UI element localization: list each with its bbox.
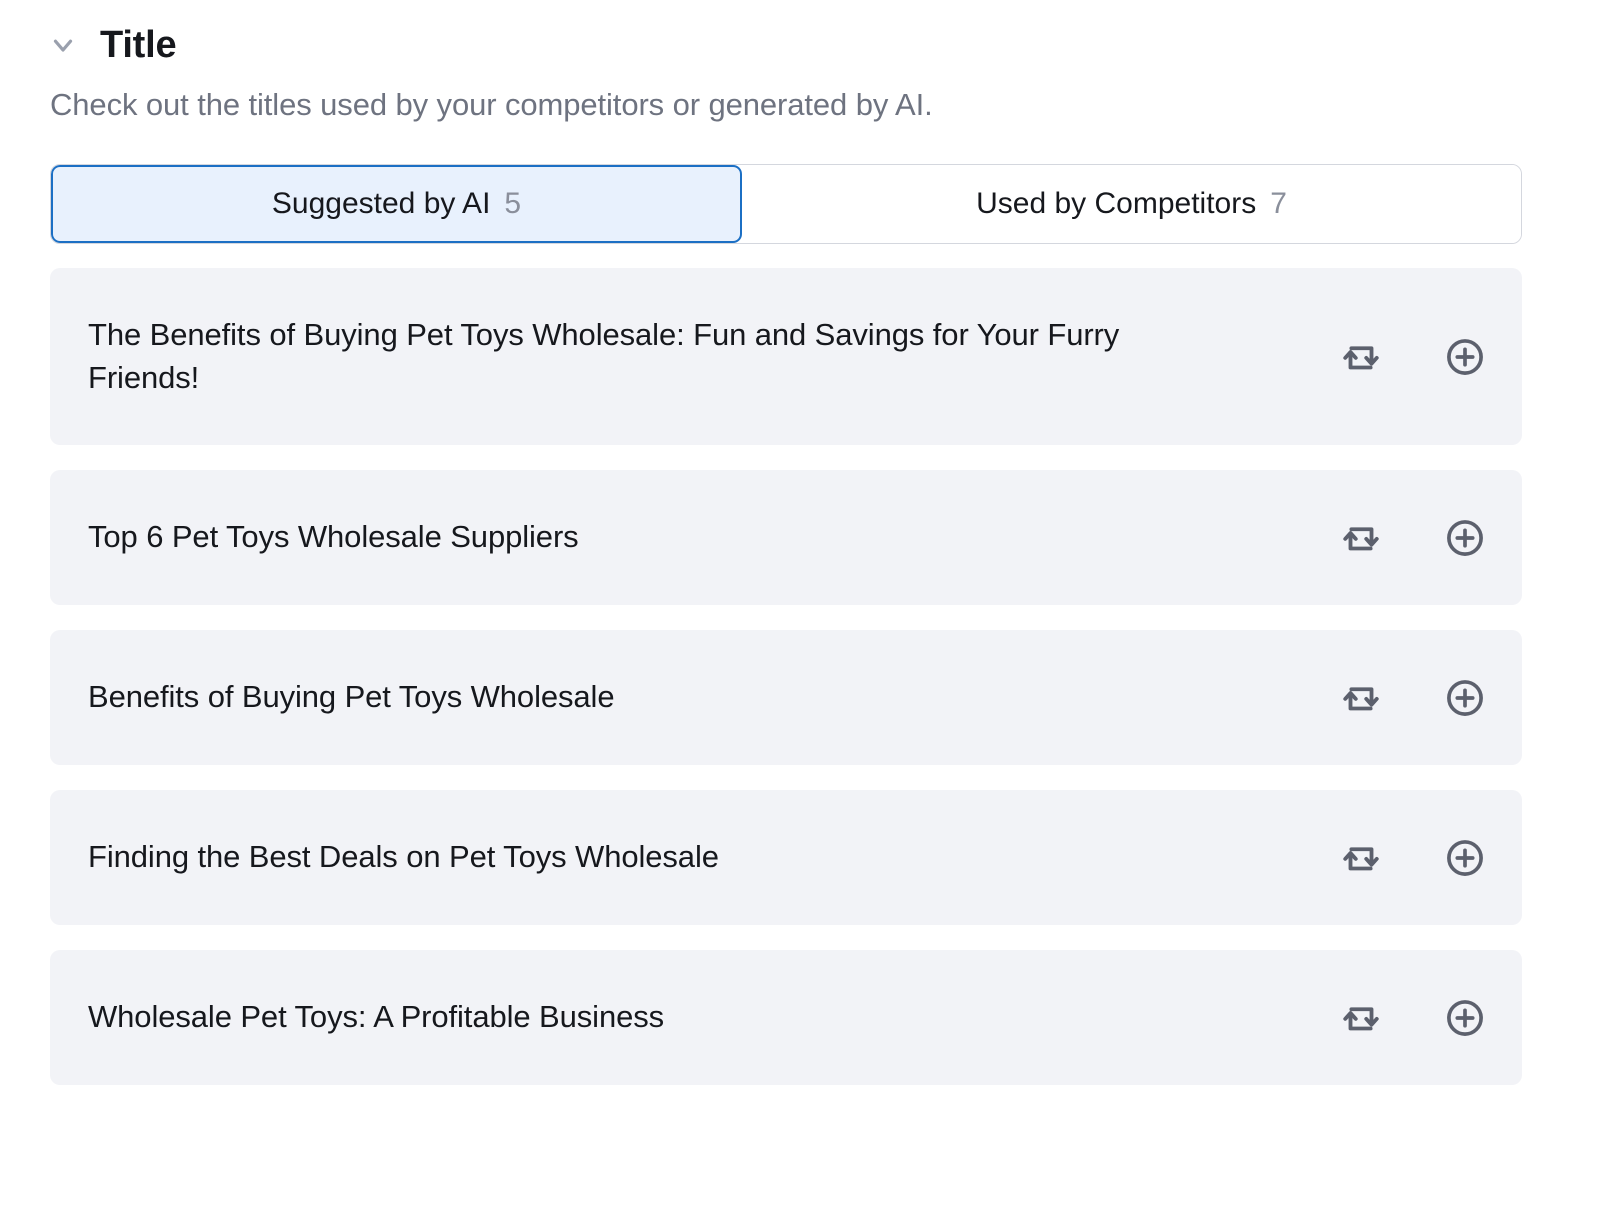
title-suggestion-text: Benefits of Buying Pet Toys Wholesale: [88, 679, 615, 715]
repeat-icon[interactable]: [1338, 995, 1384, 1041]
row-actions: [1338, 334, 1488, 380]
plus-circle-icon[interactable]: [1442, 334, 1488, 380]
list-item[interactable]: Top 6 Pet Toys Wholesale Suppliers: [50, 470, 1522, 606]
section-subtitle: Check out the titles used by your compet…: [50, 87, 933, 122]
chevron-down-icon[interactable]: [46, 28, 80, 62]
repeat-icon[interactable]: [1338, 334, 1384, 380]
row-actions: [1338, 995, 1488, 1041]
tab-suggested-by-ai-label: Suggested by AI: [271, 187, 491, 221]
list-item[interactable]: Benefits of Buying Pet Toys Wholesale: [50, 630, 1522, 766]
tab-suggested-by-ai[interactable]: Suggested by AI 5: [51, 165, 742, 244]
title-section-panel: Title Check out the titles used by your …: [0, 0, 1600, 1210]
list-item[interactable]: Finding the Best Deals on Pet Toys Whole…: [50, 790, 1522, 926]
repeat-icon[interactable]: [1338, 515, 1384, 561]
title-suggestion-text: The Benefits of Buying Pet Toys Wholesal…: [88, 316, 1120, 395]
title-suggestion-list: The Benefits of Buying Pet Toys Wholesal…: [50, 268, 1522, 1086]
title-suggestion-text: Wholesale Pet Toys: A Profitable Busines…: [88, 999, 665, 1035]
row-actions: [1338, 835, 1488, 881]
repeat-icon[interactable]: [1338, 675, 1384, 721]
title-suggestion-text: Finding the Best Deals on Pet Toys Whole…: [88, 839, 719, 875]
plus-circle-icon[interactable]: [1442, 995, 1488, 1041]
row-actions: [1338, 675, 1488, 721]
list-item[interactable]: The Benefits of Buying Pet Toys Wholesal…: [50, 268, 1522, 446]
plus-circle-icon[interactable]: [1442, 835, 1488, 881]
page-title: Title: [100, 24, 177, 66]
plus-circle-icon[interactable]: [1442, 675, 1488, 721]
tab-bar: Suggested by AI 5 Used by Competitors 7: [50, 164, 1522, 245]
tab-used-by-competitors-count: 7: [1270, 187, 1287, 221]
row-actions: [1338, 515, 1488, 561]
section-header: Title: [0, 0, 1600, 66]
list-item[interactable]: Wholesale Pet Toys: A Profitable Busines…: [50, 950, 1522, 1086]
title-suggestion-text: Top 6 Pet Toys Wholesale Suppliers: [88, 519, 579, 555]
repeat-icon[interactable]: [1338, 835, 1384, 881]
tab-used-by-competitors[interactable]: Used by Competitors 7: [742, 165, 1521, 244]
plus-circle-icon[interactable]: [1442, 515, 1488, 561]
tab-used-by-competitors-label: Used by Competitors: [976, 187, 1257, 221]
tab-suggested-by-ai-count: 5: [504, 187, 522, 221]
